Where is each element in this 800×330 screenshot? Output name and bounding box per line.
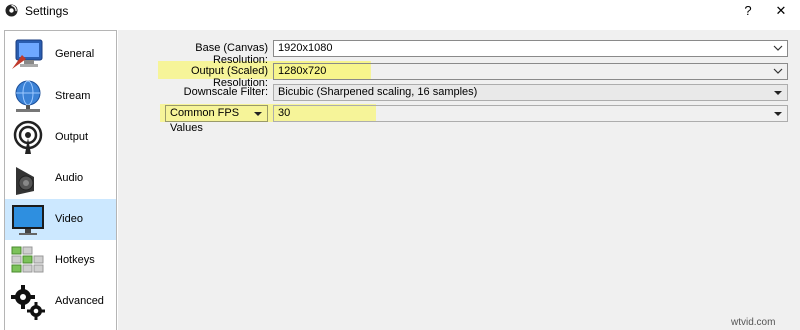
window-title: Settings	[25, 4, 69, 18]
sidebar-item-label: Video	[55, 213, 83, 225]
sidebar-item-hotkeys[interactable]: Hotkeys	[5, 240, 116, 281]
output-resolution-select[interactable]: 1280x720	[273, 63, 788, 80]
sidebar-item-label: Stream	[55, 90, 91, 102]
sidebar-item-advanced[interactable]: Advanced	[5, 281, 116, 322]
caret-down-icon	[254, 112, 262, 116]
base-resolution-label: Base (Canvas) Resolution:	[195, 42, 268, 66]
caret-down-icon	[774, 91, 782, 95]
fps-value-select[interactable]: 30	[273, 105, 788, 122]
keyboard-icon	[11, 246, 44, 273]
help-button[interactable]: ?	[738, 2, 758, 20]
sidebar-item-video[interactable]: Video	[5, 199, 116, 240]
monitor-icon	[12, 205, 44, 235]
watermark: wtvid.com	[731, 317, 776, 328]
sidebar-item-stream[interactable]: Stream	[5, 76, 116, 117]
speaker-icon	[16, 167, 34, 195]
video-settings-panel: Base (Canvas) Resolution: 1920x1080 Outp…	[118, 30, 800, 330]
title-bar: Settings ? ✕	[0, 0, 800, 22]
caret-down-icon	[774, 112, 782, 116]
base-resolution-select[interactable]: 1920x1080	[273, 40, 788, 57]
fps-type-select[interactable]: Common FPS Values	[165, 105, 268, 134]
broadcast-antenna-icon	[13, 120, 43, 154]
sidebar-item-label: Advanced	[55, 295, 104, 307]
chevron-down-icon	[773, 68, 783, 74]
downscale-filter-select[interactable]: Bicubic (Sharpened scaling, 16 samples)	[273, 84, 788, 101]
downscale-filter-label: Downscale Filter:	[183, 86, 268, 98]
sidebar-item-label: General	[55, 48, 95, 60]
base-resolution-value: 1920x1080	[278, 42, 333, 54]
output-resolution-value: 1280x720	[278, 65, 327, 77]
sidebar-item-general[interactable]: General	[5, 34, 116, 75]
chevron-down-icon	[773, 45, 783, 51]
fps-type-value: Common FPS Values	[170, 107, 240, 134]
computer-monitor-icon	[12, 39, 43, 69]
sidebar-item-output[interactable]: Output	[5, 117, 116, 158]
obs-app-icon	[5, 4, 18, 17]
settings-sidebar: General Stream Output Audio Video Hotkey…	[4, 30, 117, 330]
fps-value: 30	[278, 107, 291, 119]
sidebar-item-label: Output	[55, 131, 89, 143]
output-resolution-label: Output (Scaled) Resolution:	[190, 65, 268, 89]
gears-icon	[11, 285, 45, 320]
globe-network-icon	[15, 80, 41, 112]
sidebar-item-label: Hotkeys	[55, 254, 95, 266]
close-button[interactable]: ✕	[770, 2, 792, 20]
sidebar-item-label: Audio	[55, 172, 84, 184]
downscale-filter-value: Bicubic (Sharpened scaling, 16 samples)	[278, 86, 478, 98]
sidebar-item-audio[interactable]: Audio	[5, 158, 116, 199]
